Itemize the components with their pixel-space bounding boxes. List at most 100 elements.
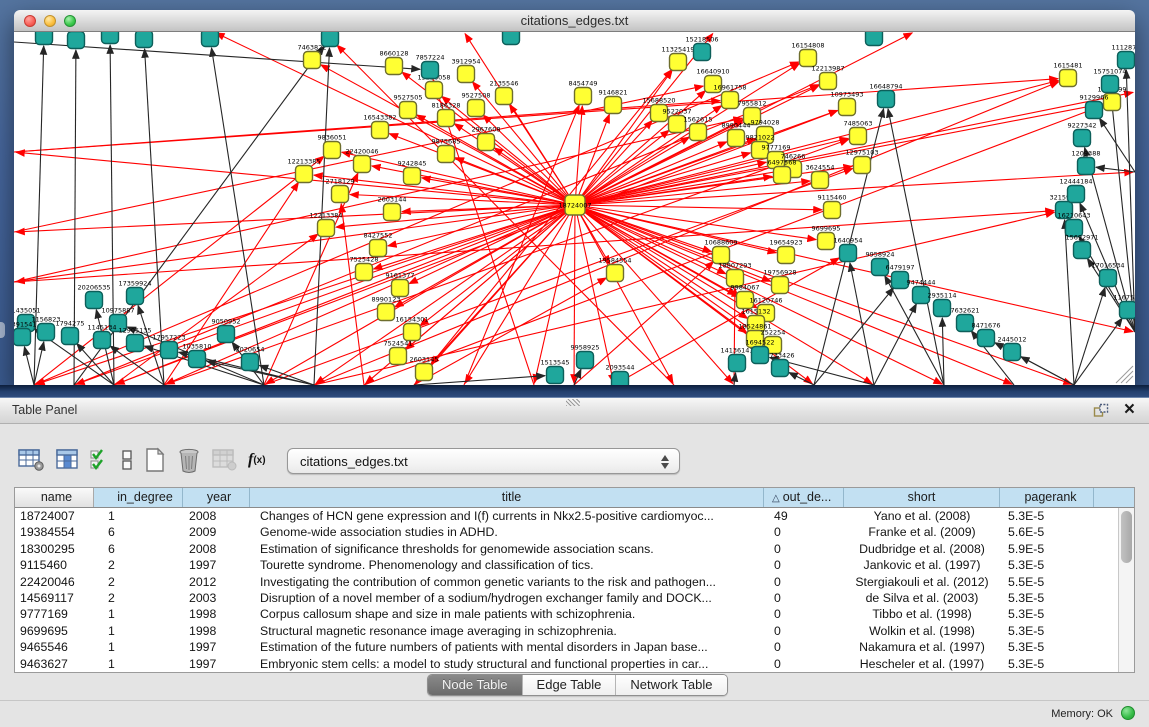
window-resize-grip[interactable] xyxy=(1116,366,1133,383)
table-cell[interactable]: 5.3E-5 xyxy=(1000,557,1094,573)
graph-node[interactable] xyxy=(318,220,335,237)
table-cell[interactable]: Disruption of a novel member of a sodium… xyxy=(250,590,764,606)
table-cell[interactable]: Stergiakouli et al. (2012) xyxy=(844,574,1000,590)
graph-node[interactable] xyxy=(612,372,629,386)
table-cell[interactable]: 1997 xyxy=(183,557,250,573)
graph-node[interactable] xyxy=(102,32,119,44)
table-cell[interactable]: 2003 xyxy=(183,590,250,606)
graph-node[interactable] xyxy=(503,32,520,45)
graph-node[interactable] xyxy=(94,332,111,349)
table-cell[interactable]: Wolkin et al. (1998) xyxy=(844,623,1000,639)
table-cell[interactable]: 5.3E-5 xyxy=(1000,639,1094,655)
graph-node[interactable] xyxy=(390,348,407,365)
graph-node[interactable] xyxy=(607,265,624,282)
table-cell[interactable]: 5.9E-5 xyxy=(1000,541,1094,557)
table-row[interactable]: 1938455462009Genome-wide association stu… xyxy=(15,524,1134,540)
table-cell[interactable]: 2 xyxy=(94,557,183,573)
scrollbar-thumb[interactable] xyxy=(1121,511,1132,563)
graph-node[interactable] xyxy=(378,304,395,321)
graph-node[interactable] xyxy=(854,157,871,174)
table-row[interactable]: 946362711997Embryonic stem cells: a mode… xyxy=(15,656,1134,672)
table-cell[interactable]: 9465546 xyxy=(15,639,94,655)
graph-node[interactable] xyxy=(242,354,259,371)
graph-node[interactable] xyxy=(1120,302,1136,319)
table-cell[interactable]: Jankovic et al. (1997) xyxy=(844,557,1000,573)
graph-node[interactable] xyxy=(372,122,389,139)
network-canvas[interactable]: 1872400774638228660128391295415226058952… xyxy=(14,32,1135,385)
graph-node[interactable] xyxy=(404,168,421,185)
table-cell[interactable]: 5.3E-5 xyxy=(1000,623,1094,639)
graph-node[interactable] xyxy=(778,247,795,264)
graph-node[interactable] xyxy=(820,73,837,90)
graph-node[interactable] xyxy=(384,204,401,221)
graph-node[interactable] xyxy=(426,82,443,99)
table-cell[interactable]: 2 xyxy=(94,574,183,590)
graph-node[interactable] xyxy=(690,124,707,141)
graph-node[interactable] xyxy=(322,32,339,47)
column-header-name[interactable]: name xyxy=(15,488,94,507)
table-cell[interactable]: 0 xyxy=(764,541,844,557)
graph-node[interactable] xyxy=(392,280,409,297)
control-panel-handle[interactable] xyxy=(0,322,5,338)
column-header-short[interactable]: short xyxy=(844,488,1000,507)
graph-node[interactable] xyxy=(1074,242,1091,259)
graph-node[interactable] xyxy=(62,328,79,345)
table-cell[interactable]: 5.5E-5 xyxy=(1000,574,1094,590)
graph-node[interactable] xyxy=(1086,102,1103,119)
table-cell[interactable]: 5.3E-5 xyxy=(1000,590,1094,606)
graph-node[interactable] xyxy=(670,54,687,71)
table-row[interactable]: 1456911722003Disruption of a novel membe… xyxy=(15,590,1134,606)
graph-node[interactable] xyxy=(296,166,313,183)
table-row[interactable]: 911546021997Tourette syndrome. Phenomeno… xyxy=(15,557,1134,573)
table-cell[interactable]: 0 xyxy=(764,656,844,672)
graph-node[interactable] xyxy=(496,88,513,105)
graph-node[interactable] xyxy=(400,102,417,119)
table-mode-icon[interactable] xyxy=(18,446,45,474)
table-cell[interactable]: Tourette syndrome. Phenomenology and cla… xyxy=(250,557,764,573)
graph-node[interactable] xyxy=(1004,344,1021,361)
table-cell[interactable]: Embryonic stem cells: a model to study s… xyxy=(250,656,764,672)
graph-node[interactable] xyxy=(458,66,475,83)
graph-node[interactable] xyxy=(422,62,439,79)
new-column-icon[interactable] xyxy=(144,446,166,474)
graph-node[interactable] xyxy=(356,264,373,281)
graph-node[interactable] xyxy=(577,352,594,369)
table-cell[interactable]: 22420046 xyxy=(15,574,94,590)
network-graph[interactable]: 1872400774638228660128391295415226058952… xyxy=(14,32,1135,385)
graph-node[interactable] xyxy=(772,277,789,294)
table-cell[interactable]: 0 xyxy=(764,606,844,622)
graph-node[interactable] xyxy=(354,156,371,173)
tab-network-table[interactable]: Network Table xyxy=(616,675,726,695)
graph-node[interactable] xyxy=(1074,130,1091,147)
graph-node[interactable] xyxy=(438,146,455,163)
show-column-icon[interactable] xyxy=(56,446,79,474)
table-cell[interactable]: 0 xyxy=(764,623,844,639)
delete-table-icon[interactable] xyxy=(212,446,237,474)
table-cell[interactable]: Changes of HCN gene expression and I(f) … xyxy=(250,508,764,524)
column-header-pagerank[interactable]: pagerank xyxy=(1000,488,1094,507)
panel-resize-grip[interactable] xyxy=(566,399,580,406)
table-row[interactable]: 969969511998Structural magnetic resonanc… xyxy=(15,623,1134,639)
table-cell[interactable]: 49 xyxy=(764,508,844,524)
table-cell[interactable]: 6 xyxy=(94,524,183,540)
table-cell[interactable]: 1 xyxy=(94,606,183,622)
graph-node[interactable] xyxy=(161,342,178,359)
table-cell[interactable]: Tibbo et al. (1998) xyxy=(844,606,1000,622)
table-cell[interactable]: 0 xyxy=(764,557,844,573)
table-cell[interactable]: 0 xyxy=(764,590,844,606)
table-cell[interactable]: 9777169 xyxy=(15,606,94,622)
graph-node[interactable] xyxy=(438,110,455,127)
graph-node[interactable] xyxy=(304,52,321,69)
table-cell[interactable]: 9115460 xyxy=(15,557,94,573)
delete-column-icon[interactable] xyxy=(177,446,201,474)
graph-node[interactable] xyxy=(38,324,55,341)
function-builder-icon[interactable]: f(x) xyxy=(248,446,266,474)
graph-node[interactable] xyxy=(722,92,739,109)
graph-node[interactable] xyxy=(404,324,421,341)
table-cell[interactable]: 2009 xyxy=(183,524,250,540)
graph-node[interactable] xyxy=(752,347,769,364)
table-cell[interactable]: 5.3E-5 xyxy=(1000,606,1094,622)
table-cell[interactable]: Estimation of the future numbers of pati… xyxy=(250,639,764,655)
column-header-out-degree[interactable]: △out_de... xyxy=(764,488,844,507)
table-cell[interactable]: 1 xyxy=(94,508,183,524)
